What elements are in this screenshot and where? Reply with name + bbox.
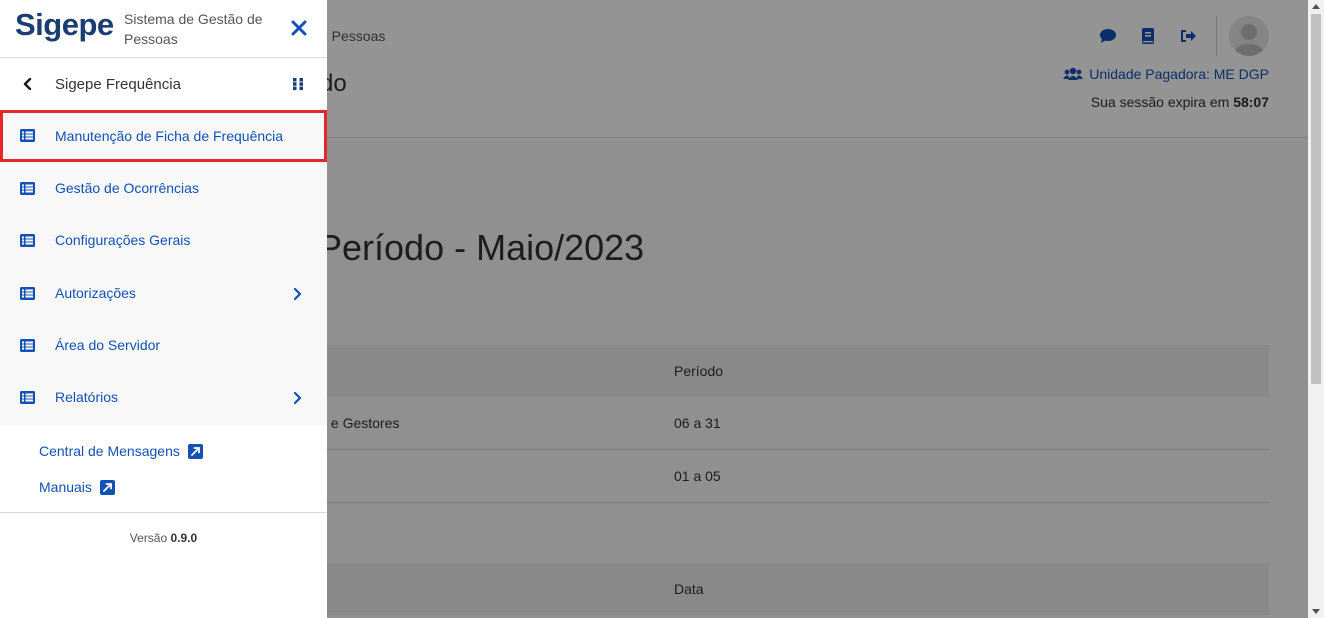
list-icon — [20, 339, 35, 352]
sidebar-item-configuracoes-gerais[interactable]: Configurações Gerais — [0, 215, 327, 267]
list-icon — [20, 287, 35, 300]
sidebar-item-label: Área do Servidor — [55, 337, 161, 353]
link-label: Manuais — [39, 479, 92, 495]
chevron-right-icon — [293, 288, 302, 300]
sidebar-item-label: Manutenção de Ficha de Frequência — [55, 128, 284, 144]
link-central-mensagens[interactable]: Central de Mensagens — [39, 443, 203, 459]
sidebar-item-area-servidor[interactable]: Área do Servidor — [0, 320, 327, 372]
link-label: Central de Mensagens — [39, 443, 180, 459]
grid-icon[interactable] — [292, 77, 304, 91]
list-icon — [20, 391, 35, 404]
list-icon — [20, 129, 35, 142]
scroll-thumb[interactable] — [1311, 14, 1321, 384]
sidebar-item-relatorios[interactable]: Relatórios — [0, 372, 327, 424]
close-icon[interactable] — [290, 19, 308, 37]
version-label: Versão — [129, 531, 168, 545]
sidebar-item-label: Relatórios — [55, 389, 119, 405]
external-link-icon — [187, 443, 203, 459]
scroll-up-arrow[interactable] — [1312, 4, 1320, 9]
chevron-right-icon — [293, 392, 302, 404]
sidebar-item-label: Autorizações — [55, 285, 136, 301]
sidebar-item-autorizacoes[interactable]: Autorizações — [0, 268, 327, 320]
chevron-left-icon[interactable] — [22, 78, 34, 90]
list-icon — [20, 234, 35, 247]
external-link-icon — [99, 479, 115, 495]
sidebar: Sigepe Sistema de Gestão de Pessoas Sige… — [0, 0, 327, 618]
version-number: 0.9.0 — [170, 531, 198, 545]
scroll-down-arrow[interactable] — [1312, 609, 1320, 614]
sidebar-links: Central de Mensagens Manuais — [0, 425, 327, 513]
version-info: Versão 0.9.0 — [0, 531, 327, 545]
submenu-header: Sigepe Frequência — [0, 58, 327, 110]
link-manuais[interactable]: Manuais — [39, 479, 115, 495]
system-name: Sistema de Gestão de Pessoas — [124, 11, 263, 47]
sidebar-item-label: Configurações Gerais — [55, 232, 191, 248]
sidebar-menu: Manutenção de Ficha de Frequência Gestão… — [0, 110, 327, 425]
scrollbar[interactable] — [1308, 0, 1324, 618]
submenu-title: Sigepe Frequência — [55, 76, 181, 93]
list-icon — [20, 182, 35, 195]
logo[interactable]: Sigepe — [15, 7, 114, 43]
sidebar-item-gestao-ocorrencias[interactable]: Gestão de Ocorrências — [0, 163, 327, 215]
sidebar-item-label: Gestão de Ocorrências — [55, 180, 199, 196]
sidebar-header: Sigepe Sistema de Gestão de Pessoas — [0, 0, 327, 58]
sidebar-item-manutencao-ficha[interactable]: Manutenção de Ficha de Frequência — [0, 110, 327, 162]
